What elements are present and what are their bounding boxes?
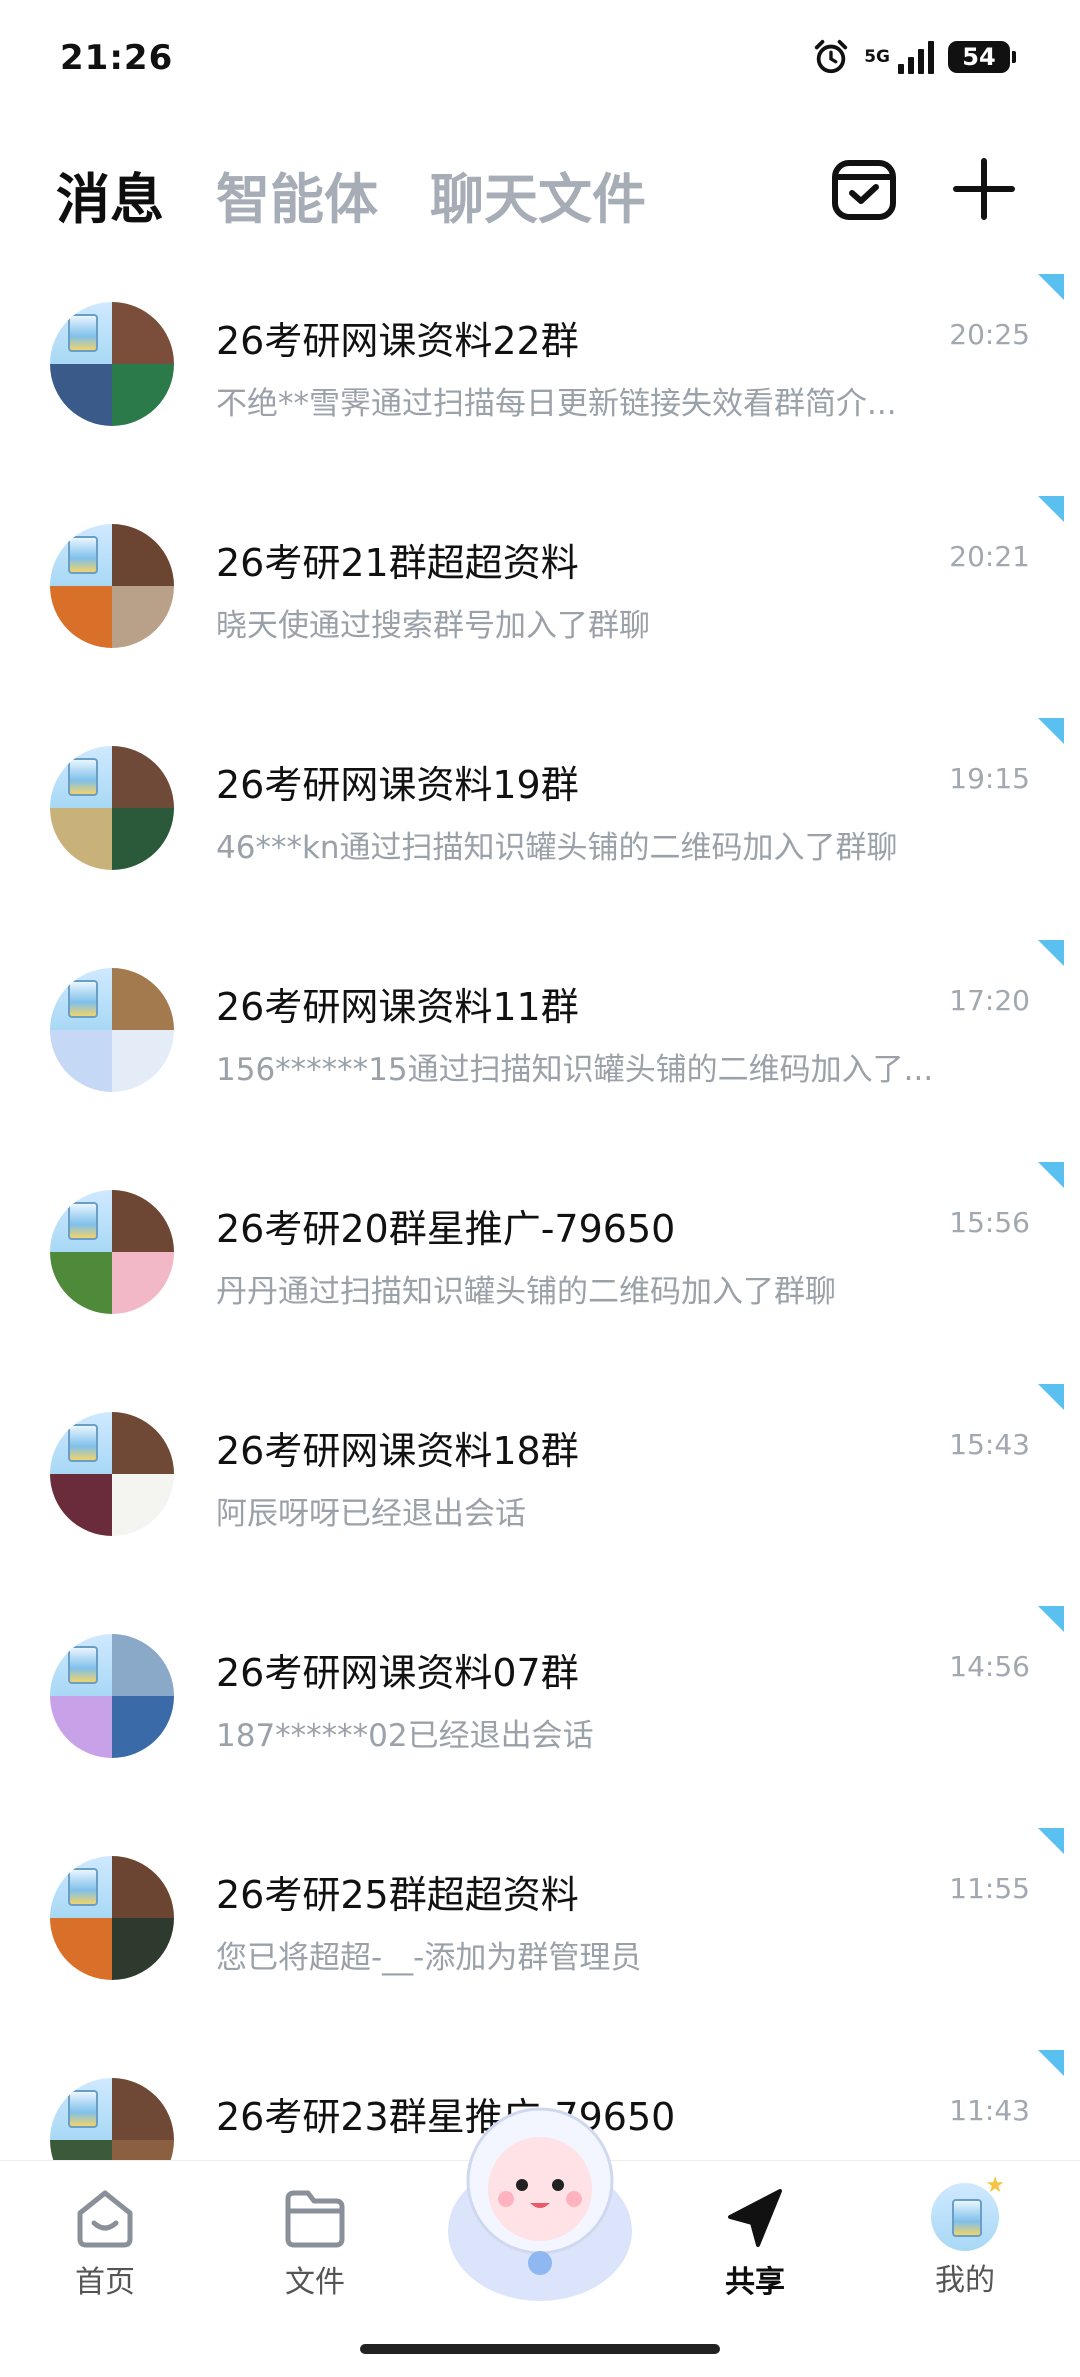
send-icon bbox=[728, 2189, 782, 2247]
nav-home-label: 首页 bbox=[75, 2265, 135, 2300]
conversation-preview: 晓天使通过搜索群号加入了群聊 bbox=[216, 608, 650, 644]
conversation-time: 15:56 bbox=[949, 1206, 1030, 1239]
status-time: 21:26 bbox=[60, 38, 174, 78]
nav-share[interactable]: 共享 bbox=[680, 2183, 830, 2301]
pinned-marker bbox=[1038, 718, 1064, 744]
nav-files-label: 文件 bbox=[285, 2265, 345, 2300]
battery-icon: 54 bbox=[948, 41, 1016, 73]
group-avatar bbox=[50, 302, 174, 426]
tab-chat-files[interactable]: 聊天文件 bbox=[430, 155, 646, 234]
group-avatar bbox=[50, 746, 174, 870]
conversation-title: 26考研网课资料19群 bbox=[216, 763, 579, 807]
conversation-preview: 187******02已经退出会话 bbox=[216, 1718, 594, 1754]
conversation-time: 20:21 bbox=[949, 540, 1030, 573]
status-icons: 5G 54 bbox=[812, 38, 1016, 76]
home-icon bbox=[77, 2190, 133, 2248]
group-avatar bbox=[50, 1634, 174, 1758]
nav-me-label: 我的 bbox=[935, 2263, 995, 2298]
conversation-preview: 156******15通过扫描知识罐头铺的二维码加入了... bbox=[216, 1052, 934, 1088]
conversation-row[interactable]: 26考研网课资料19群 19:15 46***kn通过扫描知识罐头铺的二维码加入… bbox=[0, 706, 1080, 928]
tab-messages[interactable]: 消息 bbox=[56, 155, 164, 234]
nav-home[interactable]: 首页 bbox=[30, 2183, 180, 2301]
pinned-marker bbox=[1038, 1384, 1064, 1410]
profile-avatar: ★ bbox=[931, 2173, 1005, 2251]
group-avatar bbox=[50, 524, 174, 648]
crown-icon: ★ bbox=[985, 2173, 1005, 2198]
group-avatar bbox=[50, 1412, 174, 1536]
conversation-time: 19:15 bbox=[949, 762, 1030, 795]
status-bar: 21:26 5G 54 bbox=[0, 0, 1080, 120]
nav-files[interactable]: 文件 bbox=[240, 2183, 390, 2301]
conversation-list: 26考研网课资料22群 20:25 不绝**雪霁通过扫描每日更新链接失效看群简介… bbox=[0, 262, 1080, 2260]
conversation-time: 15:43 bbox=[949, 1428, 1030, 1461]
pinned-marker bbox=[1038, 1162, 1064, 1188]
pinned-marker bbox=[1038, 1828, 1064, 1854]
conversation-time: 11:43 bbox=[949, 2094, 1030, 2127]
pinned-marker bbox=[1038, 1606, 1064, 1632]
signal-icon bbox=[898, 40, 934, 74]
conversation-title: 26考研21群超超资料 bbox=[216, 541, 579, 585]
conversation-preview: 丹丹通过扫描知识罐头铺的二维码加入了群聊 bbox=[216, 1274, 836, 1310]
conversation-preview: 46***kn通过扫描知识罐头铺的二维码加入了群聊 bbox=[216, 830, 898, 866]
conversation-title: 26考研网课资料22群 bbox=[216, 319, 579, 363]
conversation-title: 26考研25群超超资料 bbox=[216, 1873, 579, 1917]
conversation-row[interactable]: 26考研网课资料07群 14:56 187******02已经退出会话 bbox=[0, 1594, 1080, 1816]
group-avatar bbox=[50, 1190, 174, 1314]
pinned-marker bbox=[1038, 274, 1064, 300]
pinned-marker bbox=[1038, 2050, 1064, 2076]
pinned-marker bbox=[1038, 496, 1064, 522]
conversation-preview: 阿辰呀呀已经退出会话 bbox=[216, 1496, 526, 1532]
conversation-title: 26考研网课资料07群 bbox=[216, 1651, 579, 1695]
network-type: 5G bbox=[864, 46, 890, 67]
alarm-icon bbox=[815, 39, 848, 74]
conversation-preview: 不绝**雪霁通过扫描每日更新链接失效看群简介... bbox=[216, 386, 897, 422]
folder-icon bbox=[285, 2190, 345, 2248]
mascot-assistant-button[interactable] bbox=[430, 2081, 650, 2311]
conversation-time: 17:20 bbox=[949, 984, 1030, 1017]
group-avatar bbox=[50, 968, 174, 1092]
calendar-check-icon[interactable] bbox=[830, 155, 898, 223]
conversation-title: 26考研网课资料11群 bbox=[216, 985, 579, 1029]
conversation-row[interactable]: 26考研网课资料11群 17:20 156******15通过扫描知识罐头铺的二… bbox=[0, 928, 1080, 1150]
nav-share-label: 共享 bbox=[725, 2265, 785, 2300]
conversation-row[interactable]: 26考研25群超超资料 11:55 您已将超超-__-添加为群管理员 bbox=[0, 1816, 1080, 2038]
conversation-row[interactable]: 26考研网课资料18群 15:43 阿辰呀呀已经退出会话 bbox=[0, 1372, 1080, 1594]
conversation-time: 14:56 bbox=[949, 1650, 1030, 1683]
conversation-row[interactable]: 26考研21群超超资料 20:21 晓天使通过搜索群号加入了群聊 bbox=[0, 484, 1080, 706]
home-indicator bbox=[360, 2344, 720, 2354]
conversation-time: 11:55 bbox=[949, 1872, 1030, 1905]
group-avatar bbox=[50, 1856, 174, 1980]
tab-agents[interactable]: 智能体 bbox=[216, 155, 378, 234]
nav-me[interactable]: ★ 我的 bbox=[890, 2173, 1040, 2299]
conversation-time: 20:25 bbox=[949, 318, 1030, 351]
top-tabs: 消息 智能体 聊天文件 bbox=[56, 155, 646, 234]
conversation-preview: 您已将超超-__-添加为群管理员 bbox=[216, 1940, 642, 1976]
pinned-marker bbox=[1038, 940, 1064, 966]
conversation-row[interactable]: 26考研20群星推广-79650 15:56 丹丹通过扫描知识罐头铺的二维码加入… bbox=[0, 1150, 1080, 1372]
plus-icon[interactable] bbox=[950, 155, 1018, 223]
conversation-title: 26考研20群星推广-79650 bbox=[216, 1207, 676, 1251]
conversation-title: 26考研网课资料18群 bbox=[216, 1429, 579, 1473]
conversation-row[interactable]: 26考研网课资料22群 20:25 不绝**雪霁通过扫描每日更新链接失效看群简介… bbox=[0, 262, 1080, 484]
